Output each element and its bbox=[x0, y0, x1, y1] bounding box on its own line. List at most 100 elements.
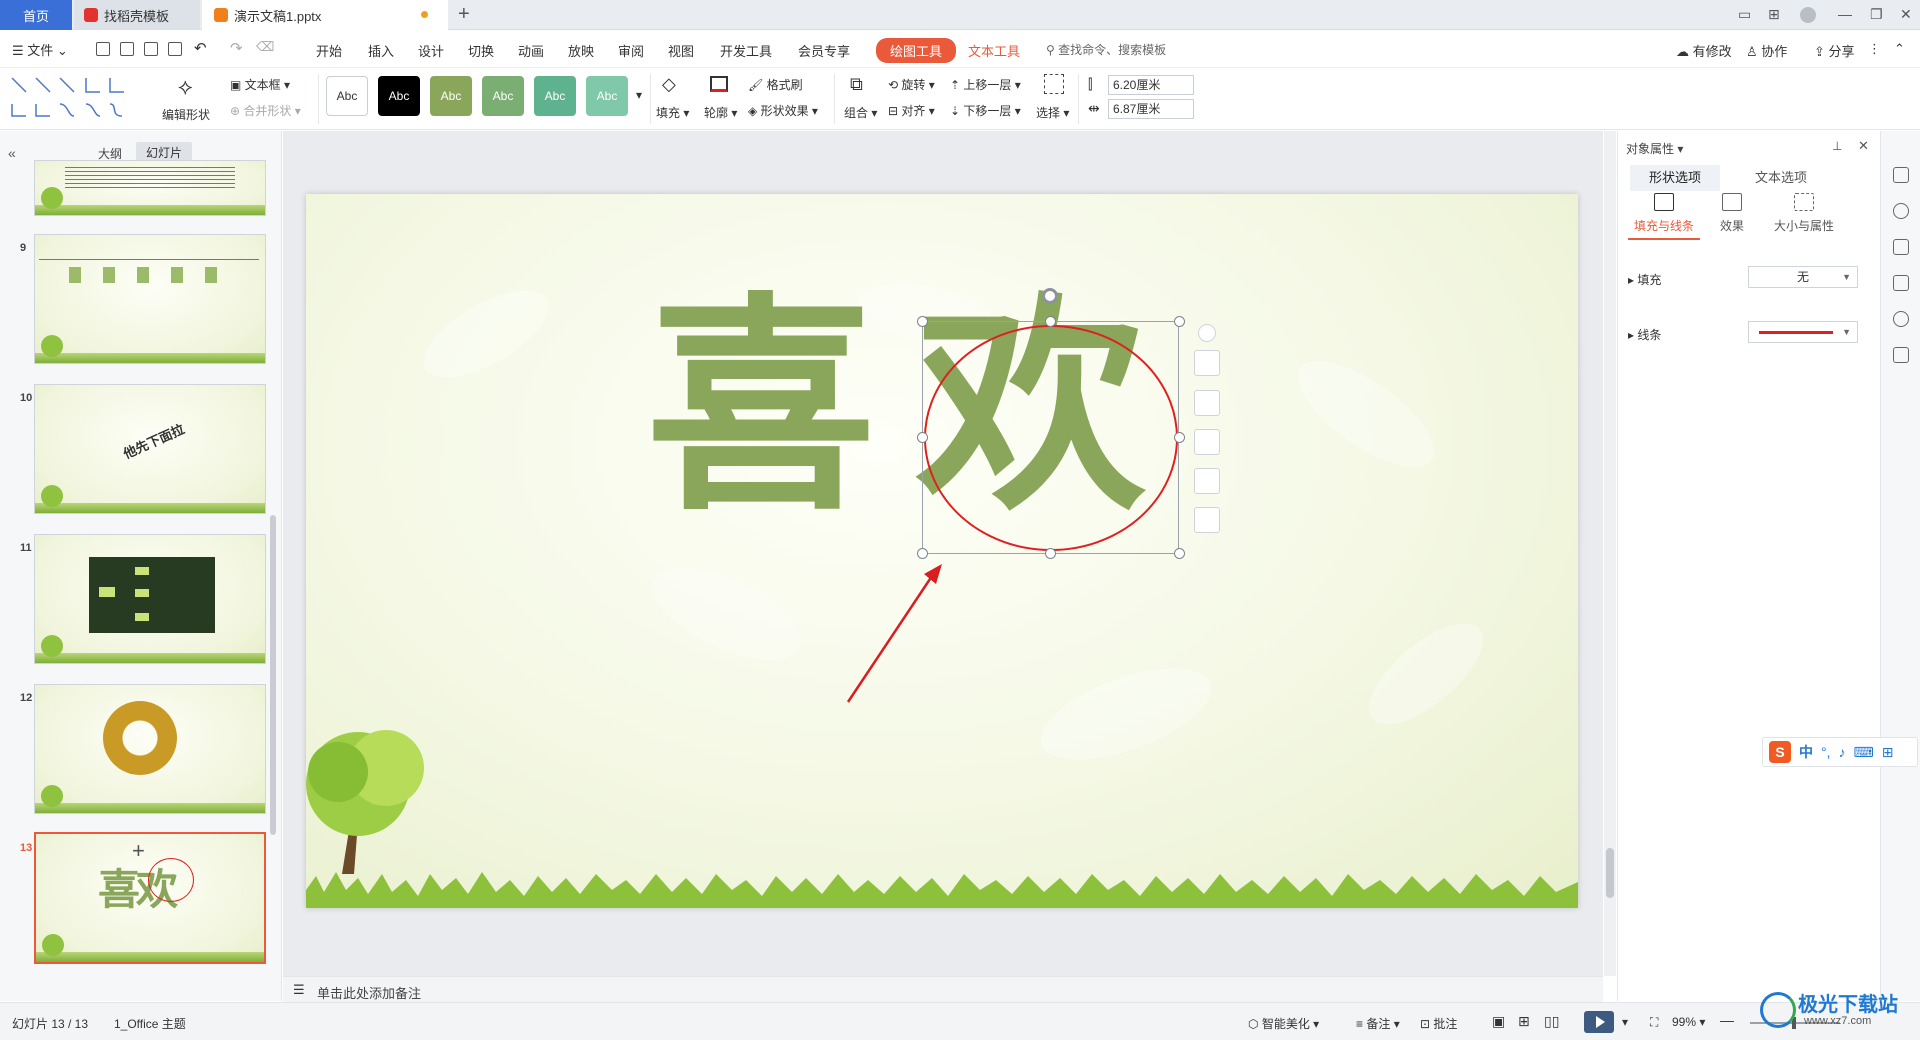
pen-icon[interactable] bbox=[1194, 390, 1220, 416]
preview-icon[interactable] bbox=[168, 42, 182, 56]
slide-thumbnail[interactable] bbox=[34, 534, 266, 664]
image-icon[interactable] bbox=[1893, 275, 1909, 291]
sub-tab-fill-line[interactable]: 填充与线条 bbox=[1628, 191, 1700, 240]
menu-start[interactable]: 开始 bbox=[316, 41, 342, 60]
rotate-button[interactable]: ⟲ 旋转 ▾ bbox=[888, 76, 935, 93]
resize-handle[interactable] bbox=[1045, 548, 1056, 559]
menu-review[interactable]: 审阅 bbox=[618, 41, 644, 60]
slide-thumbnail[interactable] bbox=[34, 684, 266, 814]
menu-animation[interactable]: 动画 bbox=[518, 41, 544, 60]
menu-view[interactable]: 视图 bbox=[668, 41, 694, 60]
file-menu[interactable]: ☰ 文件 ⌄ bbox=[12, 40, 68, 59]
fill-select[interactable]: 无 ▼ bbox=[1748, 266, 1858, 288]
menu-slideshow[interactable]: 放映 bbox=[568, 41, 594, 60]
collapse-ribbon-icon[interactable]: ⌃ bbox=[1894, 41, 1905, 57]
sorter-view-icon[interactable]: ⊞ bbox=[1518, 1013, 1530, 1030]
text-box-button[interactable]: ▣ 文本框 ▾ bbox=[230, 76, 290, 93]
sub-tab-size[interactable]: 大小与属性 bbox=[1768, 191, 1840, 234]
normal-view-icon[interactable]: ▣ bbox=[1492, 1013, 1505, 1030]
book-icon[interactable] bbox=[1893, 347, 1909, 363]
tab-text-options[interactable]: 文本选项 bbox=[1736, 165, 1826, 191]
layout-icon[interactable]: ▭ bbox=[1738, 6, 1751, 23]
send-backward-button[interactable]: ⇣ 下移一层 ▾ bbox=[950, 102, 1021, 119]
reading-view-icon[interactable]: ▯▯ bbox=[1544, 1013, 1559, 1030]
properties-icon[interactable] bbox=[1893, 167, 1909, 183]
zoom-out-icon[interactable]: — bbox=[1720, 1012, 1734, 1028]
shape-effects-button[interactable]: ◈ 形状效果 ▾ bbox=[748, 102, 818, 119]
line-color-select[interactable]: ▼ bbox=[1748, 321, 1858, 343]
pin-icon[interactable]: ⊥ bbox=[1832, 139, 1842, 153]
style-preset[interactable]: Abc bbox=[430, 76, 472, 116]
search-command[interactable]: ⚲ 查找命令、搜索模板 bbox=[1046, 41, 1166, 58]
canvas-scroll-thumb[interactable] bbox=[1606, 848, 1614, 898]
ime-toolbar[interactable]: S 中 °, ♪ ⌨ ⊞ bbox=[1762, 737, 1918, 767]
play-options-icon[interactable]: ▾ bbox=[1622, 1015, 1628, 1029]
has-changes-button[interactable]: ☁ 有修改 bbox=[1676, 41, 1732, 60]
undo-icon[interactable]: ↶ bbox=[194, 39, 207, 57]
fill-section[interactable]: ▸ 填充 bbox=[1628, 271, 1661, 288]
menu-drawing-tools[interactable]: 绘图工具 bbox=[876, 38, 957, 63]
animation-icon[interactable] bbox=[1893, 203, 1909, 219]
layers-icon[interactable] bbox=[1194, 350, 1220, 376]
tab-home[interactable]: 首页 bbox=[0, 0, 72, 30]
resize-handle[interactable] bbox=[917, 316, 928, 327]
more-icon[interactable]: ⋮ bbox=[1868, 41, 1881, 57]
keyboard-icon[interactable]: ⌨ bbox=[1854, 744, 1874, 761]
apps-grid-icon[interactable]: ⊞ bbox=[1768, 6, 1780, 23]
microphone-icon[interactable]: ♪ bbox=[1839, 744, 1846, 760]
wordart-xi[interactable]: 喜 bbox=[646, 294, 876, 524]
outline-icon[interactable] bbox=[1194, 468, 1220, 494]
fit-icon[interactable]: ⛶ bbox=[1650, 1015, 1658, 1030]
play-button[interactable] bbox=[1584, 1011, 1614, 1033]
comments-toggle[interactable]: ⊡ 批注 bbox=[1420, 1015, 1457, 1032]
slide-thumbnail[interactable] bbox=[34, 160, 266, 216]
style-preset[interactable]: Abc bbox=[482, 76, 524, 116]
styles-more-icon[interactable]: ▾ bbox=[636, 88, 642, 102]
clear-format-icon[interactable]: ⌫ bbox=[256, 39, 274, 55]
fill-button[interactable]: 填充 ▾ bbox=[656, 104, 689, 121]
outline-button[interactable]: 轮廓 ▾ bbox=[704, 104, 737, 121]
redo-icon[interactable]: ↷ bbox=[230, 39, 243, 57]
slide-thumbnail[interactable] bbox=[34, 234, 266, 364]
edit-shape-icon[interactable]: ⟡ bbox=[178, 74, 193, 100]
menu-text-tools[interactable]: 文本工具 bbox=[968, 41, 1020, 60]
ime-menu-icon[interactable]: ⊞ bbox=[1882, 744, 1894, 761]
menu-member[interactable]: 会员专享 bbox=[798, 41, 850, 60]
add-slide-button[interactable]: + bbox=[132, 838, 145, 864]
slide-thumbnail[interactable]: 他先下面拉 bbox=[34, 384, 266, 514]
new-tab-button[interactable]: + bbox=[458, 3, 470, 26]
style-preset[interactable]: Abc bbox=[586, 76, 628, 116]
resize-handle[interactable] bbox=[1045, 316, 1056, 327]
resize-handle[interactable] bbox=[1174, 548, 1185, 559]
resize-handle[interactable] bbox=[1174, 432, 1185, 443]
menu-insert[interactable]: 插入 bbox=[368, 41, 394, 60]
collapse-panel-icon[interactable]: « bbox=[8, 145, 16, 161]
theme-name[interactable]: 1_Office 主题 bbox=[114, 1015, 186, 1032]
style-preset[interactable]: Abc bbox=[326, 76, 368, 116]
format-painter-button[interactable]: 🖌 格式刷 bbox=[748, 76, 803, 93]
line-section[interactable]: ▸ 线条 bbox=[1628, 326, 1661, 343]
share-button[interactable]: ⇪ 分享 bbox=[1814, 41, 1855, 60]
avatar[interactable] bbox=[1800, 7, 1816, 23]
close-panel-icon[interactable]: ✕ bbox=[1858, 138, 1869, 154]
line-shapes-gallery[interactable] bbox=[10, 74, 140, 122]
width-input[interactable]: 6.87厘米 bbox=[1108, 99, 1194, 119]
zoom-level[interactable]: 99% ▾ bbox=[1672, 1015, 1705, 1029]
transition-icon[interactable] bbox=[1893, 239, 1909, 255]
rotate-handle[interactable] bbox=[1042, 288, 1058, 304]
height-input[interactable]: 6.20厘米 bbox=[1108, 75, 1194, 95]
panel-scrollbar[interactable] bbox=[270, 515, 276, 835]
export-icon[interactable] bbox=[120, 42, 134, 56]
group-icon[interactable]: ⧉ bbox=[850, 74, 863, 95]
ime-punctuation[interactable]: °, bbox=[1821, 744, 1831, 760]
merge-shape-button[interactable]: ⊕ 合并形状 ▾ bbox=[230, 102, 301, 119]
menu-design[interactable]: 设计 bbox=[418, 41, 444, 60]
select-icon[interactable] bbox=[1044, 74, 1064, 94]
style-preset[interactable]: Abc bbox=[378, 76, 420, 116]
restore-icon[interactable]: ❐ bbox=[1870, 6, 1883, 23]
menu-transition[interactable]: 切换 bbox=[468, 41, 494, 60]
minimize-icon[interactable]: — bbox=[1838, 6, 1852, 22]
print-icon[interactable] bbox=[144, 42, 158, 56]
resize-handle[interactable] bbox=[917, 548, 928, 559]
panel-title[interactable]: 对象属性 ▾ bbox=[1626, 140, 1683, 157]
